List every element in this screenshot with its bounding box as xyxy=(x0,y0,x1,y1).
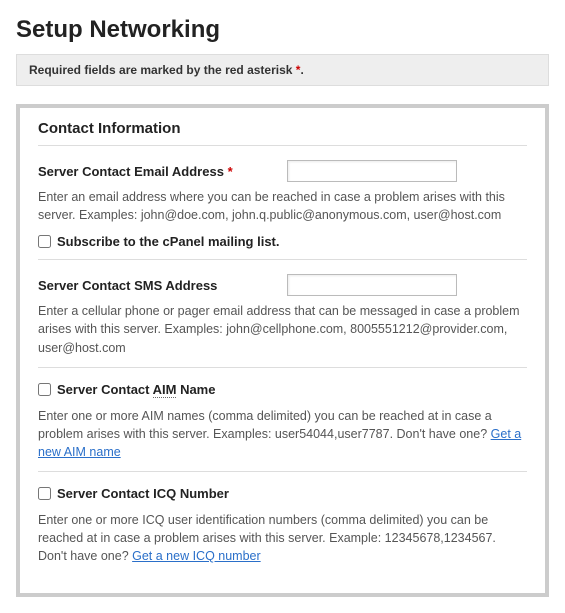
sms-help-text: Enter a cellular phone or pager email ad… xyxy=(38,302,527,356)
divider xyxy=(38,259,527,260)
required-fields-notice: Required fields are marked by the red as… xyxy=(16,54,549,86)
email-input[interactable] xyxy=(287,160,457,182)
aim-acronym: AIM xyxy=(153,382,177,398)
subscribe-row: Subscribe to the cPanel mailing list. xyxy=(38,234,527,249)
email-label: Server Contact Email Address * xyxy=(38,164,273,179)
aim-row: Server Contact AIM Name xyxy=(38,382,527,397)
contact-information-panel: Contact Information Server Contact Email… xyxy=(16,104,549,597)
icq-signup-link[interactable]: Get a new ICQ number xyxy=(132,549,261,563)
email-field-row: Server Contact Email Address * xyxy=(38,160,527,182)
subscribe-checkbox[interactable] xyxy=(38,235,51,248)
aim-label: Server Contact AIM Name xyxy=(57,382,215,397)
icq-checkbox[interactable] xyxy=(38,487,51,500)
aim-label-suffix: Name xyxy=(176,382,215,397)
aim-help-prefix: Enter one or more AIM names (comma delim… xyxy=(38,409,492,441)
subscribe-label: Subscribe to the cPanel mailing list. xyxy=(57,234,280,249)
required-asterisk-icon: * xyxy=(228,164,233,179)
sms-field-row: Server Contact SMS Address xyxy=(38,274,527,296)
notice-text-prefix: Required fields are marked by the red as… xyxy=(29,63,296,77)
aim-checkbox[interactable] xyxy=(38,383,51,396)
aim-label-prefix: Server Contact xyxy=(57,382,153,397)
sms-input[interactable] xyxy=(287,274,457,296)
panel-title: Contact Information xyxy=(38,120,527,146)
divider xyxy=(38,367,527,368)
page-title: Setup Networking xyxy=(16,16,549,44)
icq-row: Server Contact ICQ Number xyxy=(38,486,527,501)
aim-help-text: Enter one or more AIM names (comma delim… xyxy=(38,407,527,461)
email-help-text: Enter an email address where you can be … xyxy=(38,188,527,224)
icq-help-text: Enter one or more ICQ user identificatio… xyxy=(38,511,527,565)
icq-label: Server Contact ICQ Number xyxy=(57,486,229,501)
icq-help-prefix: Enter one or more ICQ user identificatio… xyxy=(38,513,496,563)
sms-label: Server Contact SMS Address xyxy=(38,278,273,293)
email-label-text: Server Contact Email Address xyxy=(38,164,224,179)
notice-text-suffix: . xyxy=(300,63,303,77)
divider xyxy=(38,471,527,472)
